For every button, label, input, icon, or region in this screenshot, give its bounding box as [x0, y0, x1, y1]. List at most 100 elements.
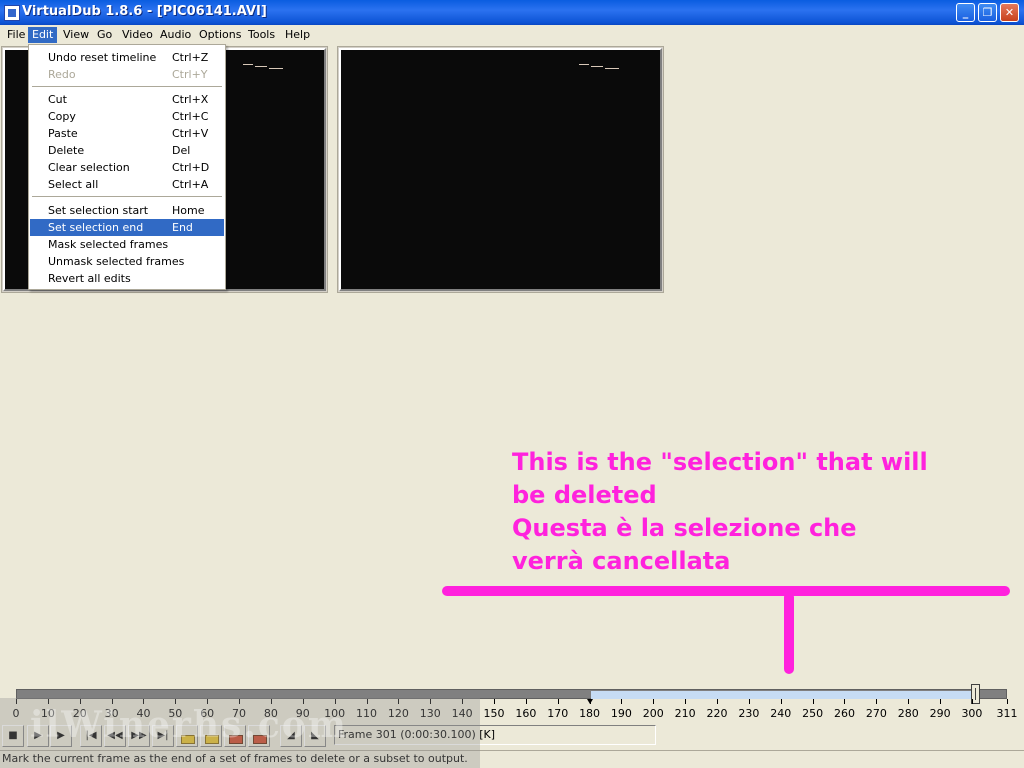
timeline-tick: [780, 699, 782, 704]
menu-item-unmask-selected-frames[interactable]: Unmask selected frames: [30, 253, 224, 270]
menu-item-label: Unmask selected frames: [48, 255, 185, 268]
menu-item-label: Undo reset timeline: [48, 51, 157, 64]
timeline-tick-label: 290: [929, 707, 951, 720]
menu-file[interactable]: File: [3, 27, 29, 43]
annotation-bracket: [442, 586, 1010, 596]
menu-item-shortcut: Ctrl+Z: [172, 51, 209, 64]
timeline-tick-label: 160: [515, 707, 537, 720]
menu-separator: [32, 196, 222, 197]
timeline-tick-label: 220: [706, 707, 728, 720]
timeline-tick: [812, 699, 814, 704]
menu-item-label: Set selection start: [48, 204, 149, 217]
menu-item-cut[interactable]: Cut Ctrl+X: [30, 91, 224, 108]
timeline-tick-label: 240: [770, 707, 792, 720]
menu-item-label: Paste: [48, 127, 78, 140]
menu-separator: [32, 86, 222, 87]
menu-item-shortcut: Ctrl+A: [172, 178, 209, 191]
annotation-text: This is the "selection" that will be dele…: [512, 446, 1012, 578]
timeline-tick-label: 270: [865, 707, 887, 720]
menu-audio[interactable]: Audio: [156, 27, 195, 43]
menu-item-undo-reset-timeline[interactable]: Undo reset timeline Ctrl+Z: [30, 49, 224, 66]
timeline-tick-label: 200: [642, 707, 664, 720]
menu-item-label: Set selection end: [48, 221, 144, 234]
timeline-tick-label: 311: [996, 707, 1018, 720]
timeline-tick: [876, 699, 878, 704]
timeline-tick-label: 230: [738, 707, 760, 720]
timeline-tick: [621, 699, 623, 704]
maximize-button[interactable]: ❐: [978, 3, 997, 22]
menu-item-set-selection-start[interactable]: Set selection start Home: [30, 202, 224, 219]
timeline-tick: [1007, 699, 1008, 704]
watermark: ilWinerhs.com: [0, 698, 480, 768]
timeline-tick: [525, 699, 527, 704]
menu-item-label: Delete: [48, 144, 85, 157]
timeline-tick: [717, 699, 719, 704]
menu-item-label: Mask selected frames: [48, 238, 169, 251]
timeline-selection: [590, 691, 973, 699]
menu-edit[interactable]: Edit: [28, 27, 58, 43]
menu-item-shortcut: Home: [172, 204, 205, 217]
menu-item-shortcut: Ctrl+C: [172, 110, 209, 123]
timeline-tick: [940, 699, 942, 704]
annotation-line: be deleted: [512, 481, 657, 509]
close-button[interactable]: ✕: [1000, 3, 1019, 22]
annotation-line: Questa è la selezione che: [512, 514, 857, 542]
menu-item-shortcut: Ctrl+Y: [172, 68, 208, 81]
menu-video[interactable]: Video: [118, 27, 157, 43]
menu-item-redo[interactable]: Redo Ctrl+Y: [30, 66, 224, 83]
menu-item-label: Clear selection: [48, 161, 130, 174]
title-bar[interactable]: VirtualDub 1.8.6 - [PIC06141.AVI] _ ❐ ✕: [0, 0, 1024, 25]
timeline-tick: [908, 699, 910, 704]
menu-item-shortcut: Del: [172, 144, 191, 157]
menu-item-label: Cut: [48, 93, 67, 106]
timeline-tick-label: 190: [610, 707, 632, 720]
menu-item-label: Copy: [48, 110, 76, 123]
window-title: VirtualDub 1.8.6 - [PIC06141.AVI]: [22, 4, 267, 19]
menu-item-copy[interactable]: Copy Ctrl+C: [30, 108, 224, 125]
timeline-tick: [653, 699, 655, 704]
menu-options[interactable]: Options: [195, 27, 245, 43]
watermark-text: ilWinerhs.com: [30, 704, 348, 746]
menu-item-label: Redo: [48, 68, 76, 81]
timeline-tick-label: 250: [802, 707, 824, 720]
menu-help[interactable]: Help: [281, 27, 314, 43]
timeline-tick: [748, 699, 750, 704]
menu-item-set-selection-end[interactable]: Set selection end End: [30, 219, 224, 236]
app-icon[interactable]: [4, 5, 20, 21]
timeline-tick: [557, 699, 559, 704]
timeline-tick: [493, 699, 495, 704]
menu-item-label: Revert all edits: [48, 272, 131, 285]
menu-item-shortcut: End: [172, 221, 193, 234]
timeline-tick-label: 280: [897, 707, 919, 720]
timeline-tick-label: 210: [674, 707, 696, 720]
menu-item-shortcut: Ctrl+X: [172, 93, 209, 106]
menu-item-shortcut: Ctrl+V: [172, 127, 209, 140]
timeline-tick-label: 170: [547, 707, 569, 720]
timeline-tick: [844, 699, 846, 704]
menu-tools[interactable]: Tools: [244, 27, 279, 43]
menu-item-delete[interactable]: Delete Del: [30, 142, 224, 159]
minimize-button[interactable]: _: [956, 3, 975, 22]
annotation-line: verrà cancellata: [512, 547, 731, 575]
timeline-tick: [971, 699, 973, 704]
annotation-line: This is the "selection" that will: [512, 448, 928, 476]
menu-go[interactable]: Go: [93, 27, 116, 43]
menu-item-paste[interactable]: Paste Ctrl+V: [30, 125, 224, 142]
edit-menu-dropdown: Undo reset timeline Ctrl+Z Redo Ctrl+Y Cut Ct…: [28, 44, 226, 290]
timeline-tick-label: 260: [833, 707, 855, 720]
annotation-pointer: [784, 592, 794, 674]
menu-item-label: Select all: [48, 178, 99, 191]
timeline-tick-label: 300: [961, 707, 983, 720]
menu-item-select-all[interactable]: Select all Ctrl+A: [30, 176, 224, 193]
menu-bar: File Edit View Go Video Audio Options Tools Help: [0, 25, 1024, 44]
menu-item-revert-all-edits[interactable]: Revert all edits: [30, 270, 224, 287]
menu-item-mask-selected-frames[interactable]: Mask selected frames: [30, 236, 224, 253]
timeline-tick: [685, 699, 687, 704]
menu-item-shortcut: Ctrl+D: [172, 161, 210, 174]
selection-start-marker: [586, 699, 593, 704]
menu-view[interactable]: View: [59, 27, 93, 43]
timeline-tick-label: 180: [579, 707, 601, 720]
timeline-tick-label: 150: [483, 707, 505, 720]
output-video-pane[interactable]: [339, 48, 662, 291]
menu-item-clear-selection[interactable]: Clear selection Ctrl+D: [30, 159, 224, 176]
